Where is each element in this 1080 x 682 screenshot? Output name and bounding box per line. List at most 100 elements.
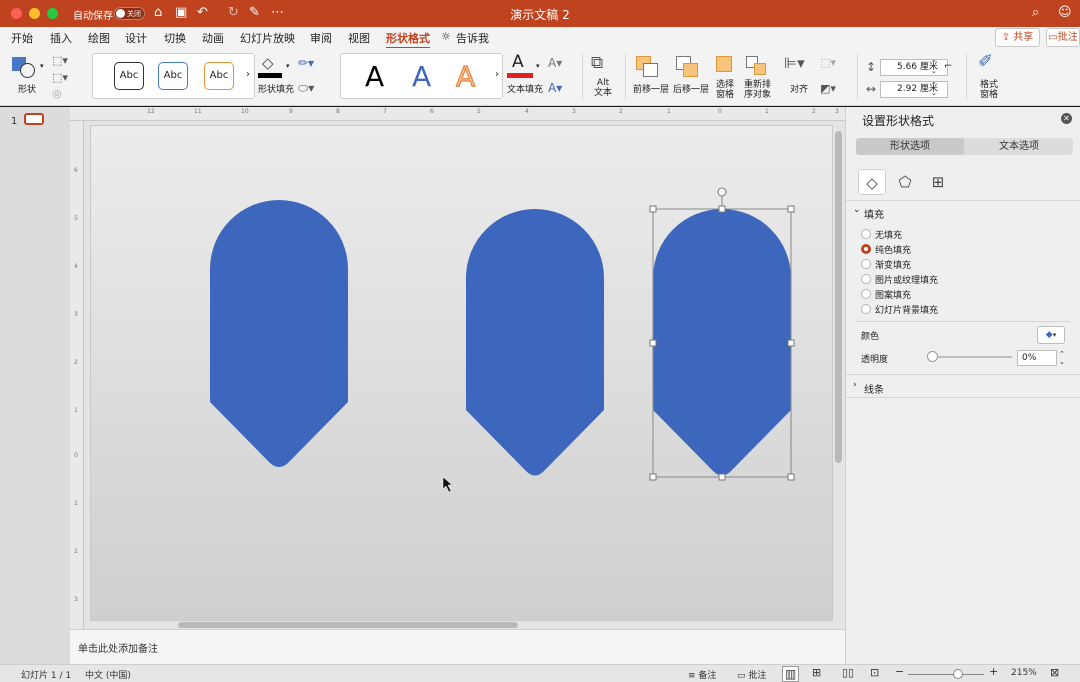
- vertical-scrollbar[interactable]: [835, 131, 842, 463]
- tab-transitions[interactable]: 切换: [164, 30, 186, 46]
- radio-button[interactable]: [861, 259, 871, 269]
- resize-handle-nw[interactable]: [649, 205, 657, 213]
- horizontal-scrollbar[interactable]: [178, 622, 518, 628]
- transparency-slider-track[interactable]: [932, 356, 1012, 358]
- zoom-slider-track[interactable]: [908, 674, 984, 675]
- text-fill-button[interactable]: A ▾: [507, 52, 543, 82]
- shape-width-field[interactable]: 2.92 厘米: [880, 81, 948, 98]
- share-button[interactable]: ⇪ 共享: [995, 28, 1040, 47]
- tab-design[interactable]: 设计: [125, 30, 147, 46]
- text-effects-icon[interactable]: A▾: [548, 80, 562, 96]
- account-icon[interactable]: ☺: [1058, 5, 1072, 21]
- line-section-header[interactable]: › 线条: [846, 377, 1080, 397]
- pencil-shape-1[interactable]: [210, 200, 348, 467]
- pencil-shape-2[interactable]: [466, 209, 604, 476]
- rotate-icon[interactable]: ◩▾: [820, 81, 836, 97]
- zoom-out-icon[interactable]: −: [895, 665, 904, 678]
- fill-color-picker[interactable]: ◆▾: [1037, 326, 1065, 344]
- tab-home[interactable]: 开始: [11, 30, 33, 46]
- radio-button[interactable]: [861, 229, 871, 239]
- tab-view[interactable]: 视图: [348, 30, 370, 46]
- comments-button[interactable]: ▭批注: [1046, 28, 1080, 47]
- resize-handle-ne[interactable]: [787, 205, 795, 213]
- resize-handle-se[interactable]: [787, 473, 795, 481]
- transparency-stepper-icon[interactable]: ⌃ ⌄: [1059, 350, 1065, 366]
- tab-shape-format[interactable]: 形状格式: [386, 30, 430, 49]
- shape-style-1[interactable]: Abc: [114, 62, 144, 90]
- shape-fill-button[interactable]: ◇ ▾: [258, 54, 292, 82]
- zoom-level[interactable]: 215%: [1011, 668, 1037, 678]
- resize-handle-sw[interactable]: [649, 473, 657, 481]
- normal-view-icon[interactable]: ▥: [782, 666, 800, 682]
- tab-review[interactable]: 审阅: [310, 30, 332, 46]
- wordart-style-2[interactable]: A: [412, 62, 431, 92]
- slide-thumbnail[interactable]: [24, 113, 44, 125]
- tab-text-options[interactable]: 文本选项: [965, 138, 1073, 155]
- slide[interactable]: [90, 125, 833, 621]
- lock-aspect-icon[interactable]: ⌐: [944, 61, 952, 72]
- tab-draw[interactable]: 绘图: [88, 30, 110, 46]
- fit-to-window-icon[interactable]: ⊠: [1050, 666, 1059, 679]
- height-stepper-icon[interactable]: ⌃ ⌄: [931, 59, 937, 75]
- zoom-slider-handle[interactable]: [953, 669, 963, 679]
- pencil-shape-3[interactable]: [653, 209, 791, 476]
- reading-view-icon[interactable]: ▯▯: [842, 666, 854, 679]
- text-outline-icon[interactable]: A▾: [548, 55, 562, 71]
- size-properties-icon[interactable]: ⊞: [924, 169, 952, 195]
- fill-section-header[interactable]: ⌄ 填充: [846, 202, 1080, 222]
- radio-button-checked[interactable]: [861, 244, 871, 254]
- radio-button[interactable]: [861, 274, 871, 284]
- rotate-handle[interactable]: [717, 187, 727, 197]
- wordart-style-3[interactable]: A: [455, 61, 475, 92]
- ruler-tick: 1: [667, 108, 671, 115]
- zoom-in-icon[interactable]: +: [989, 665, 998, 678]
- gallery-more-icon[interactable]: ›: [495, 69, 499, 80]
- wordart-style-1[interactable]: A: [365, 62, 384, 92]
- alt-text-icon[interactable]: ⧉: [591, 55, 603, 72]
- tab-slideshow[interactable]: 幻灯片放映: [240, 30, 295, 46]
- radio-button[interactable]: [861, 304, 871, 314]
- merge-shapes-icon[interactable]: ◎: [52, 86, 62, 102]
- notes-toggle[interactable]: ≡ 备注: [688, 668, 716, 681]
- shape-style-2[interactable]: Abc: [158, 62, 188, 90]
- notes-pane[interactable]: 单击此处添加备注: [70, 629, 845, 664]
- tab-insert[interactable]: 插入: [50, 30, 72, 46]
- resize-handle-s[interactable]: [718, 473, 726, 481]
- shape-fill-label: 形状填充: [258, 85, 295, 95]
- tab-animations[interactable]: 动画: [202, 30, 224, 46]
- slide-sorter-icon[interactable]: ⊞: [812, 666, 821, 679]
- slideshow-icon[interactable]: ⊡: [870, 666, 879, 679]
- tab-shape-options[interactable]: 形状选项: [856, 138, 964, 155]
- shape-height-field[interactable]: 5.66 厘米: [880, 59, 948, 76]
- effects-icon[interactable]: ⬠: [891, 169, 919, 195]
- insert-shapes-button[interactable]: ▾: [10, 54, 46, 82]
- format-pane-icon[interactable]: ✐: [978, 53, 993, 71]
- send-backward-button[interactable]: [676, 56, 702, 80]
- shape-effects-icon[interactable]: ⬭▾: [298, 80, 314, 96]
- align-icon[interactable]: ⊫▾: [784, 55, 805, 71]
- text-box-icon[interactable]: ⬚▾: [52, 70, 68, 86]
- shape-outline-icon[interactable]: ✏▾: [298, 55, 314, 71]
- resize-handle-n[interactable]: [718, 205, 726, 213]
- layer-front-icon: [643, 63, 658, 77]
- close-icon[interactable]: ✕: [1061, 113, 1072, 124]
- gallery-more-icon[interactable]: ›: [246, 69, 250, 80]
- shape-style-3[interactable]: Abc: [204, 62, 234, 90]
- selection-pane-button[interactable]: [716, 56, 738, 80]
- edit-shape-icon[interactable]: ⬚▾: [52, 53, 68, 69]
- radio-button[interactable]: [861, 289, 871, 299]
- language-indicator[interactable]: 中文 (中国): [85, 668, 131, 681]
- search-icon[interactable]: ⌕: [1032, 5, 1039, 21]
- bring-forward-button[interactable]: [636, 56, 662, 80]
- transparency-input[interactable]: 0%: [1017, 350, 1057, 366]
- comments-toggle[interactable]: ▭ 批注: [737, 668, 766, 681]
- resize-handle-e[interactable]: [787, 339, 795, 347]
- width-stepper-icon[interactable]: ⌃ ⌄: [931, 81, 937, 97]
- transparency-slider-handle[interactable]: [927, 351, 938, 362]
- tell-me-search[interactable]: 告诉我: [456, 30, 489, 46]
- reorder-objects-button[interactable]: [746, 56, 772, 80]
- reorder-label: 重新排 序对象: [744, 80, 771, 100]
- fill-line-icon[interactable]: ◇: [858, 169, 886, 195]
- resize-handle-w[interactable]: [649, 339, 657, 347]
- group-icon[interactable]: ⬚▾: [820, 55, 836, 71]
